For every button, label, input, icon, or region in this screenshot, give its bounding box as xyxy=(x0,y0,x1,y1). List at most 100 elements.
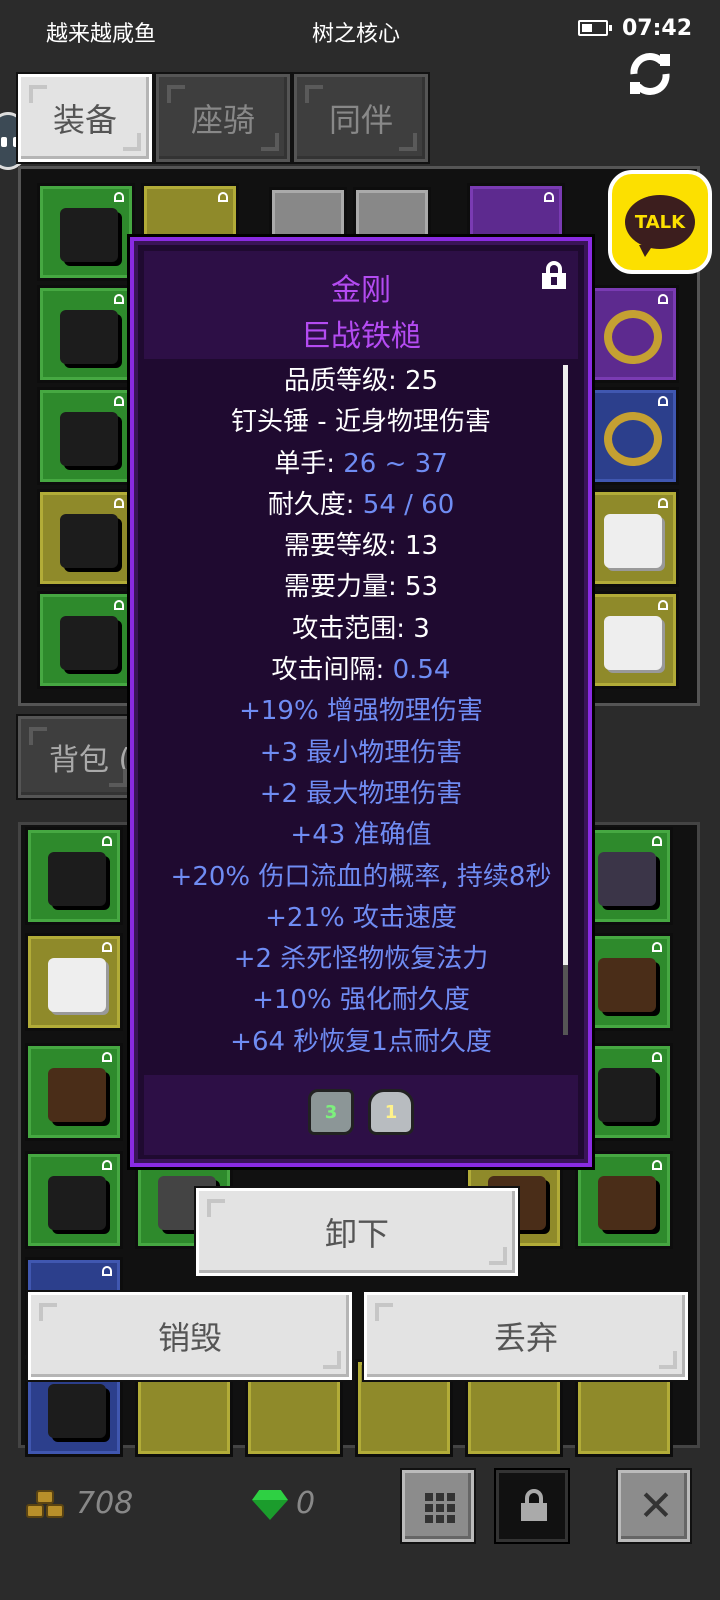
armor-icon xyxy=(60,310,118,364)
equip-slot-amulet[interactable] xyxy=(581,285,679,383)
stat-line: 钉头锤 - 近身物理伤害 xyxy=(144,402,578,443)
stat-label: 单手: xyxy=(274,448,344,479)
stat-value: 26 ~ 37 xyxy=(343,448,448,479)
bag-slot[interactable] xyxy=(25,1043,123,1141)
talk-label: TALK xyxy=(625,195,695,257)
gem-currency-icon xyxy=(252,1490,288,1520)
lock-icon xyxy=(658,396,668,406)
stat-line: 品质等级: 25 xyxy=(144,361,578,402)
lock-icon[interactable] xyxy=(542,261,566,289)
stat-value: 53 xyxy=(404,572,439,603)
tab-backpack-label: 背包 ( xyxy=(49,743,131,778)
gloves-icon xyxy=(60,412,118,466)
talk-button[interactable]: TALK xyxy=(608,170,712,274)
unequip-button[interactable]: 卸下 xyxy=(196,1188,518,1276)
modifier-line: +64 秒恢复1点耐久度 xyxy=(230,1026,492,1057)
tooltip-scroll-track xyxy=(563,965,568,1035)
equip-slot-ring[interactable] xyxy=(581,387,679,485)
lock-icon xyxy=(114,396,124,406)
greaves-icon xyxy=(60,514,118,568)
item-header: 金刚 巨战铁槌 xyxy=(144,251,578,359)
item-stats[interactable]: 品质等级: 25 钉头锤 - 近身物理伤害 单手: 26 ~ 37 耐久度: 5… xyxy=(144,361,578,1061)
bag-slot[interactable] xyxy=(25,933,123,1031)
lock-icon xyxy=(658,294,668,304)
lock-icon xyxy=(102,1052,112,1062)
modifier-line: +2 最大物理伤害 xyxy=(259,778,463,809)
lock-icon xyxy=(114,600,124,610)
gold-coins-icon xyxy=(26,1490,66,1520)
lock-icon xyxy=(658,498,668,508)
status-center-text: 树之核心 xyxy=(312,22,401,47)
stat-line: 单手: 26 ~ 37 xyxy=(144,444,578,485)
modifier-line: +3 最小物理伤害 xyxy=(259,737,463,768)
destroy-button[interactable]: 销毁 xyxy=(28,1292,352,1380)
unequip-label: 卸下 xyxy=(324,1215,389,1253)
gem-label: 3 xyxy=(324,1101,338,1123)
gold-count: 708 xyxy=(76,1486,134,1521)
dagger-icon xyxy=(598,852,656,906)
status-bar: 越来越咸鱼 树之核心 07:42 xyxy=(0,0,720,60)
bag-slot[interactable] xyxy=(25,827,123,925)
lock-icon xyxy=(652,836,662,846)
close-button[interactable]: ✕ xyxy=(618,1470,690,1542)
equip-slot-pet-2[interactable] xyxy=(581,591,679,689)
modifier-line: +2 杀死怪物恢复法力 xyxy=(233,944,489,975)
refresh-icon[interactable] xyxy=(624,48,676,100)
lock-icon xyxy=(652,942,662,952)
ring-icon xyxy=(604,412,662,466)
lock-icon xyxy=(544,192,554,202)
tab-companion[interactable]: 同伴 xyxy=(294,74,428,162)
socket-gem: 1 xyxy=(368,1089,414,1135)
lock-icon xyxy=(114,498,124,508)
stat-line: 耐久度: 54 / 60 xyxy=(144,485,578,526)
helmet-icon xyxy=(60,208,118,262)
modifier-line: +10% 强化耐久度 xyxy=(252,985,470,1016)
modifier-line: +19% 增强物理伤害 xyxy=(239,696,483,727)
gauntlet-icon xyxy=(48,852,106,906)
equip-slot-pet-1[interactable] xyxy=(581,489,679,587)
tab-mount[interactable]: 座骑 xyxy=(156,74,290,162)
stat-label: 品质等级: xyxy=(283,366,405,396)
status-left-text: 越来越咸鱼 xyxy=(46,22,157,47)
socket-gem: 3 xyxy=(308,1089,354,1135)
destroy-label: 销毁 xyxy=(157,1319,222,1357)
status-time: 07:42 xyxy=(622,16,693,41)
lock-icon xyxy=(652,1052,662,1062)
sort-grid-button[interactable] xyxy=(402,1470,474,1542)
item-name: 巨战铁槌 xyxy=(301,319,421,354)
tab-equipment-label: 装备 xyxy=(52,101,117,139)
modifier-line: +21% 攻击速度 xyxy=(265,902,457,933)
bag-slot[interactable] xyxy=(25,1151,123,1249)
equip-slot-helmet[interactable] xyxy=(37,183,135,281)
lock-icon xyxy=(114,192,124,202)
lock-icon xyxy=(114,294,124,304)
lock-mode-button[interactable] xyxy=(496,1470,568,1542)
tab-backpack[interactable]: 背包 ( xyxy=(18,716,138,798)
stat-value: 13 xyxy=(404,531,439,562)
tooltip-scrollbar[interactable] xyxy=(563,365,568,965)
item-name-prefix: 金刚 xyxy=(331,273,391,308)
lock-icon xyxy=(652,1160,662,1170)
battery-icon xyxy=(578,20,612,36)
equip-slot-armor[interactable] xyxy=(37,285,135,383)
tab-equipment[interactable]: 装备 xyxy=(18,74,152,162)
stat-label: 耐久度: xyxy=(267,489,363,520)
equip-slot-boots[interactable] xyxy=(37,591,135,689)
grid-icon xyxy=(425,1493,455,1523)
gem-label: 1 xyxy=(384,1101,398,1123)
stat-line: 需要力量: 53 xyxy=(144,567,578,608)
game-screen: 越来越咸鱼 树之核心 07:42 装备 座骑 同伴 TALK 背包 (金刚 巨… xyxy=(0,0,720,1600)
discard-button[interactable]: 丢弃 xyxy=(364,1292,688,1380)
equip-slot-gloves[interactable] xyxy=(37,387,135,485)
pet-icon xyxy=(604,616,662,670)
equip-slot-legs[interactable] xyxy=(37,489,135,587)
modifier-line: +20% 伤口流血的概率, 持续8秒 xyxy=(170,861,552,892)
lock-icon xyxy=(521,1489,547,1521)
shield-icon xyxy=(598,958,656,1012)
stat-value: 54 / 60 xyxy=(362,489,455,520)
socket-row: 3 1 xyxy=(144,1075,578,1155)
stat-value: 0.54 xyxy=(392,655,451,686)
stat-line: 需要等级: 13 xyxy=(144,526,578,567)
helmet-icon xyxy=(48,1384,106,1438)
lock-icon xyxy=(658,600,668,610)
